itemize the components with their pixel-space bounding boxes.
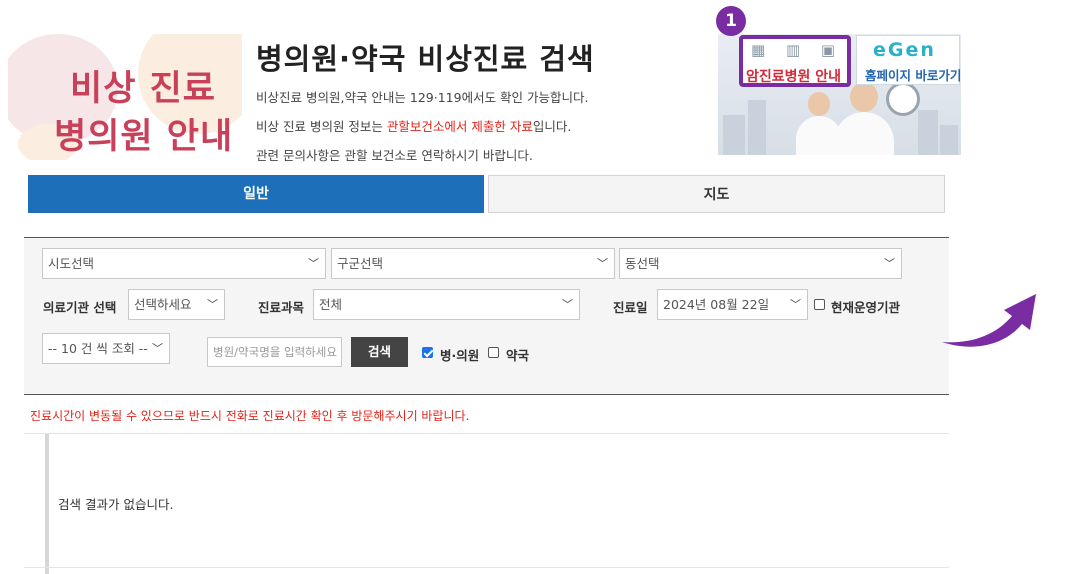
date-select[interactable]: 2024년 08월 22일 ﹀ bbox=[657, 289, 808, 320]
info-text-3: 관련 문의사항은 관할 보건소로 연락하시기 바랍니다. bbox=[256, 148, 533, 163]
info-text-1: 비상진료 병의원,약국 안내는 129·119에서도 확인 가능합니다. bbox=[256, 90, 589, 105]
divider bbox=[24, 567, 949, 568]
cancer-hospital-label: 암진료병원 안내 bbox=[746, 69, 842, 85]
chevron-down-icon: ﹀ bbox=[790, 298, 801, 311]
step-badge: 1 bbox=[716, 6, 746, 36]
page-title: 병의원·약국 비상진료 검색 bbox=[256, 42, 595, 76]
department-label: 진료과목 bbox=[258, 300, 305, 315]
hospital-checkbox[interactable] bbox=[422, 347, 433, 358]
tab-map[interactable]: 지도 bbox=[488, 175, 945, 213]
logo-line1: 비상 진료 bbox=[70, 69, 216, 109]
chevron-down-icon: ﹀ bbox=[308, 257, 319, 270]
arrow-icon bbox=[942, 294, 1036, 347]
currently-open-label: 현재운영기관 bbox=[831, 300, 901, 315]
pharmacy-label: 약국 bbox=[506, 348, 530, 363]
no-result-message: 검색 결과가 없습니다. bbox=[58, 497, 174, 512]
date-label: 진료일 bbox=[613, 300, 648, 315]
notice-text: 진료시간이 변동될 수 있으므로 반드시 전화로 진료시간 확인 후 방문해주시… bbox=[30, 409, 470, 423]
currently-open-checkbox[interactable] bbox=[814, 299, 825, 310]
cancer-hospital-banner[interactable]: ▦ ▥ ▣ 암진료병원 안내 bbox=[739, 35, 851, 87]
chevron-down-icon: ﹀ bbox=[562, 298, 573, 311]
gugun-select[interactable]: 구군선택 ﹀ bbox=[331, 248, 615, 279]
chevron-down-icon: ﹀ bbox=[152, 342, 163, 355]
pharmacy-checkbox[interactable] bbox=[488, 347, 499, 358]
name-search-input[interactable] bbox=[207, 337, 342, 367]
chevron-down-icon: ﹀ bbox=[207, 298, 218, 311]
homepage-label: 홈페이지 바로가기 bbox=[865, 68, 962, 83]
hospital-label: 병·의원 bbox=[440, 348, 480, 363]
dong-select[interactable]: 동선택 ﹀ bbox=[619, 248, 902, 279]
info-highlight: 관할보건소에서 제출한 자료 bbox=[386, 119, 533, 134]
search-button[interactable]: 검색 bbox=[351, 337, 408, 367]
e-gen-logo-icon: eGen bbox=[873, 39, 936, 61]
chevron-down-icon: ﹀ bbox=[597, 257, 608, 270]
department-select[interactable]: 전체 ﹀ bbox=[313, 289, 580, 320]
hospital-icons: ▦ ▥ ▣ bbox=[751, 41, 844, 59]
institution-select[interactable]: 선택하세요 ﹀ bbox=[128, 289, 225, 320]
emergency-care-logo: 비상 진료 병의원 안내 bbox=[8, 34, 242, 160]
tab-general[interactable]: 일반 bbox=[28, 175, 484, 213]
logo-line2: 병의원 안내 bbox=[54, 117, 234, 157]
chevron-down-icon: ﹀ bbox=[884, 257, 895, 270]
sido-select[interactable]: 시도선택 ﹀ bbox=[42, 248, 326, 279]
institution-label: 의료기관 선택 bbox=[43, 300, 117, 315]
results-area bbox=[45, 434, 949, 574]
count-per-page-select[interactable]: -- 10 건 씩 조회 -- ﹀ bbox=[42, 333, 170, 364]
homepage-banner[interactable]: eGen 홈페이지 바로가기 bbox=[856, 35, 962, 85]
info-text-2: 비상 진료 병의원 정보는 관할보건소에서 제출한 자료입니다. bbox=[256, 119, 572, 134]
clock-icon bbox=[886, 82, 920, 116]
